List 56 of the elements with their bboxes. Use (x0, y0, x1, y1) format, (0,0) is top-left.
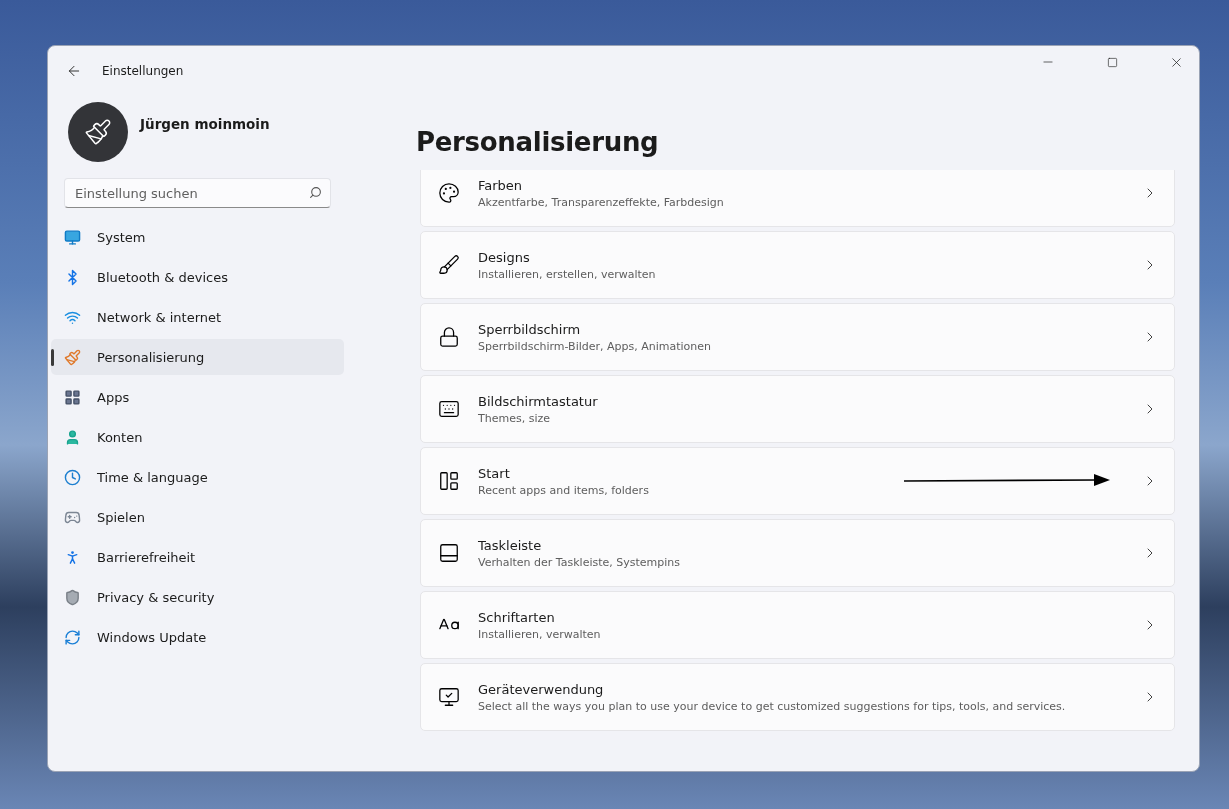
user-name: Jürgen moinmoin (140, 116, 270, 132)
settings-card[interactable]: Designs Installieren, erstellen, verwalten (420, 231, 1175, 299)
brush-icon (438, 254, 460, 276)
card-subtitle: Select all the ways you plan to use your device to get customized suggestions for tips, tools, and services. (478, 699, 1066, 713)
card-subtitle: Installieren, erstellen, verwalten (478, 267, 656, 281)
settings-card[interactable]: Start Recent apps and items, folders (420, 447, 1175, 515)
sidebar-item[interactable]: Spielen (51, 499, 344, 535)
page-title: Personalisierung (416, 126, 660, 159)
search-icon (309, 186, 322, 199)
card-title: Schriftarten (478, 609, 555, 625)
monitor-check-icon (438, 686, 460, 708)
maximize-icon (1106, 56, 1118, 68)
card-title: Start (478, 465, 510, 481)
card-subtitle: Akzentfarbe, Transparenzeffekte, Farbdesign (478, 195, 724, 209)
sidebar-item[interactable]: Konten (51, 419, 344, 455)
sidebar-item[interactable]: Bluetooth & devices (51, 259, 344, 295)
settings-card[interactable]: Sperrbildschirm Sperrbildschirm-Bilder, Apps, Animationen (420, 303, 1175, 371)
card-title: Designs (478, 249, 530, 265)
taskbar-icon (438, 542, 460, 564)
card-title: Geräteverwendung (478, 681, 604, 697)
sidebar-item[interactable]: Time & language (51, 459, 344, 495)
sidebar-item[interactable]: System (51, 219, 344, 255)
card-subtitle: Verhalten der Taskleiste, Systempins (478, 555, 681, 569)
monitor-icon (64, 228, 81, 246)
keyboard-icon (438, 398, 460, 420)
settings-card[interactable]: Schriftarten Installieren, verwalten (420, 591, 1175, 659)
settings-card[interactable]: Taskleiste Verhalten der Taskleiste, Systempins (420, 519, 1175, 587)
avatar (68, 102, 128, 162)
card-subtitle: Recent apps and items, folders (478, 483, 649, 497)
sidebar-item[interactable]: Privacy & security (51, 579, 344, 615)
card-subtitle: Sperrbildschirm-Bilder, Apps, Animationen (478, 339, 712, 353)
card-subtitle: Installieren, verwalten (478, 627, 601, 641)
card-title: Taskleiste (478, 537, 542, 553)
card-title: Sperrbildschirm (478, 321, 581, 337)
paintbrush-icon (64, 348, 81, 366)
lock-icon (438, 326, 460, 348)
settings-card[interactable]: Bildschirmtastatur Themes, size (420, 375, 1175, 443)
sidebar-item[interactable]: Network & internet (51, 299, 344, 335)
card-title: Farben (478, 177, 523, 193)
clock-icon (64, 468, 81, 486)
search-field[interactable]: Einstellung suchen (64, 178, 331, 208)
sidebar-item[interactable]: Windows Update (51, 619, 344, 655)
window-title: Einstellungen (102, 64, 184, 78)
shield-icon (64, 588, 81, 606)
apps-grid-icon (64, 388, 81, 406)
person-icon (64, 428, 81, 446)
start-menu-icon (438, 470, 460, 492)
card-subtitle: Themes, size (478, 411, 550, 425)
card-title: Bildschirmtastatur (478, 393, 598, 409)
settings-card[interactable]: Farben Akzentfarbe, Transparenzeffekte, Farbdesign (420, 170, 1175, 227)
sidebar-item[interactable]: Barrierefreiheit (51, 539, 344, 575)
sidebar-item[interactable]: Personalisierung (51, 339, 344, 375)
palette-icon (438, 182, 460, 204)
update-icon (64, 628, 81, 646)
sidebar-item[interactable]: Apps (51, 379, 344, 415)
settings-card[interactable]: Geräteverwendung Select all the ways you plan to use your device to get customized suggestions for tips, tools, and services. (420, 663, 1175, 731)
